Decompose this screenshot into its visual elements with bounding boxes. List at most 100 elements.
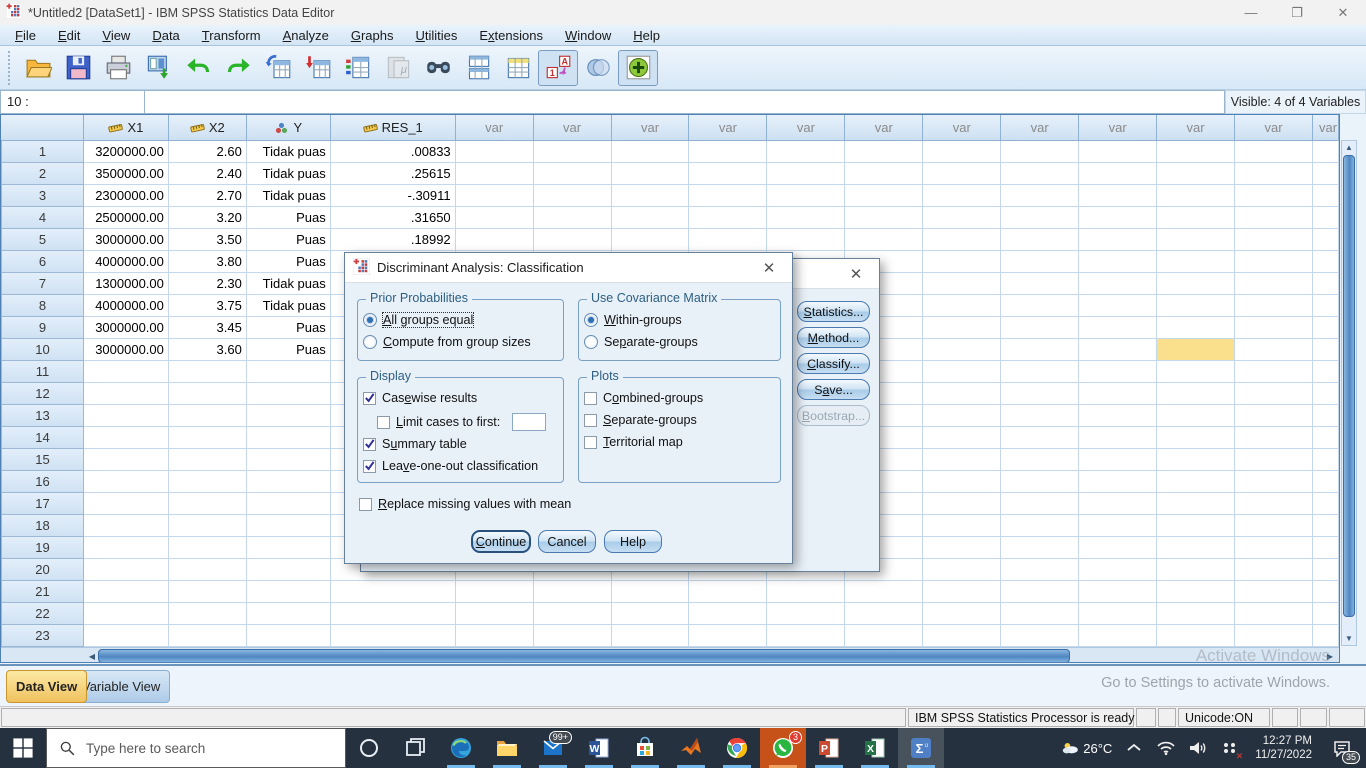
- var-cell[interactable]: [1157, 317, 1235, 339]
- data-cell[interactable]: 3.20: [169, 207, 247, 229]
- checkbox-unchecked[interactable]: [584, 436, 597, 449]
- show-all-variables-icon[interactable]: [618, 50, 658, 86]
- row-header[interactable]: 1: [1, 141, 84, 163]
- data-cell[interactable]: [169, 427, 247, 449]
- data-cell[interactable]: [247, 405, 331, 427]
- data-cell[interactable]: [247, 559, 331, 581]
- var-cell[interactable]: [1001, 537, 1079, 559]
- data-cell[interactable]: [169, 625, 247, 647]
- file-explorer-taskbar-icon[interactable]: [484, 728, 530, 768]
- print-icon[interactable]: [98, 50, 138, 86]
- data-cell[interactable]: 3.50: [169, 229, 247, 251]
- var-cell-partial[interactable]: [1313, 207, 1339, 229]
- var-cell[interactable]: [1079, 317, 1157, 339]
- data-cell[interactable]: [247, 427, 331, 449]
- data-cell[interactable]: 4000000.00: [84, 295, 169, 317]
- var-cell[interactable]: [923, 581, 1001, 603]
- data-cell[interactable]: [169, 383, 247, 405]
- var-cell[interactable]: [1235, 185, 1313, 207]
- data-cell[interactable]: Tidak puas: [247, 141, 331, 163]
- spss-taskbar-icon[interactable]: Σα: [898, 728, 944, 768]
- checkbox-unchecked[interactable]: [584, 392, 597, 405]
- var-cell[interactable]: [456, 603, 534, 625]
- var-cell[interactable]: [534, 163, 612, 185]
- column-header-var[interactable]: var: [1235, 115, 1313, 141]
- weight-cases-icon[interactable]: [498, 50, 538, 86]
- var-cell-partial[interactable]: [1313, 537, 1339, 559]
- data-cell[interactable]: [169, 449, 247, 471]
- var-cell[interactable]: [1001, 207, 1079, 229]
- var-cell[interactable]: [923, 471, 1001, 493]
- data-cell[interactable]: [331, 625, 456, 647]
- var-cell[interactable]: [1235, 295, 1313, 317]
- checkbox-option[interactable]: Summary table: [363, 437, 467, 451]
- statistics-button[interactable]: Statistics...: [797, 301, 870, 322]
- var-cell-partial[interactable]: [1313, 581, 1339, 603]
- var-cell[interactable]: [1079, 229, 1157, 251]
- var-cell[interactable]: [1235, 449, 1313, 471]
- var-cell[interactable]: [1157, 427, 1235, 449]
- var-cell-partial[interactable]: [1313, 251, 1339, 273]
- var-cell[interactable]: [767, 581, 845, 603]
- row-header[interactable]: 14: [1, 427, 84, 449]
- radio-unselected[interactable]: [363, 335, 377, 349]
- var-cell[interactable]: [1079, 603, 1157, 625]
- var-cell[interactable]: [1235, 427, 1313, 449]
- var-cell[interactable]: [456, 141, 534, 163]
- var-cell[interactable]: [923, 427, 1001, 449]
- var-cell[interactable]: [1235, 317, 1313, 339]
- var-cell[interactable]: [612, 603, 690, 625]
- var-cell[interactable]: [1001, 603, 1079, 625]
- data-cell[interactable]: [169, 493, 247, 515]
- var-cell[interactable]: [923, 537, 1001, 559]
- var-cell[interactable]: [689, 625, 767, 647]
- var-cell[interactable]: [767, 229, 845, 251]
- data-cell[interactable]: 2.60: [169, 141, 247, 163]
- column-header-var[interactable]: var: [612, 115, 690, 141]
- var-cell[interactable]: [1157, 295, 1235, 317]
- var-cell[interactable]: [1157, 383, 1235, 405]
- column-header-var[interactable]: var: [1157, 115, 1235, 141]
- start-button[interactable]: [0, 728, 46, 768]
- var-cell[interactable]: [689, 207, 767, 229]
- chrome-taskbar-icon[interactable]: [714, 728, 760, 768]
- row-header[interactable]: 7: [1, 273, 84, 295]
- var-cell[interactable]: [845, 625, 923, 647]
- data-cell[interactable]: [247, 383, 331, 405]
- taskbar-clock[interactable]: 12:27 PM 11/27/2022: [1247, 734, 1320, 762]
- var-cell[interactable]: [1235, 163, 1313, 185]
- hardware-eject-icon[interactable]: ✕: [1215, 728, 1245, 768]
- var-cell[interactable]: [1079, 185, 1157, 207]
- var-cell[interactable]: [845, 163, 923, 185]
- weather-icon[interactable]: 26°C: [1056, 728, 1117, 768]
- var-cell[interactable]: [456, 163, 534, 185]
- var-cell[interactable]: [1235, 603, 1313, 625]
- var-cell[interactable]: [689, 163, 767, 185]
- taskbar-search-box[interactable]: Type here to search: [46, 728, 346, 768]
- var-cell[interactable]: [612, 185, 690, 207]
- var-cell[interactable]: [1079, 515, 1157, 537]
- var-cell-partial[interactable]: [1313, 229, 1339, 251]
- menu-analyze[interactable]: Analyze: [272, 26, 340, 45]
- var-cell[interactable]: [534, 185, 612, 207]
- var-cell[interactable]: [1001, 317, 1079, 339]
- data-cell[interactable]: [247, 537, 331, 559]
- var-cell[interactable]: [923, 339, 1001, 361]
- data-cell[interactable]: [169, 471, 247, 493]
- var-cell[interactable]: [1157, 361, 1235, 383]
- row-header[interactable]: 18: [1, 515, 84, 537]
- column-header-var[interactable]: var: [689, 115, 767, 141]
- var-cell[interactable]: [923, 559, 1001, 581]
- data-cell[interactable]: Puas: [247, 339, 331, 361]
- menu-view[interactable]: View: [91, 26, 141, 45]
- var-cell[interactable]: [1157, 493, 1235, 515]
- data-cell[interactable]: Tidak puas: [247, 273, 331, 295]
- var-cell-partial[interactable]: [1313, 625, 1339, 647]
- cortana-button[interactable]: [346, 728, 392, 768]
- var-cell[interactable]: [534, 207, 612, 229]
- checkbox-option[interactable]: Limit cases to first:: [377, 413, 546, 431]
- data-cell[interactable]: [169, 515, 247, 537]
- var-cell[interactable]: [612, 207, 690, 229]
- menu-data[interactable]: Data: [141, 26, 190, 45]
- var-cell[interactable]: [1001, 361, 1079, 383]
